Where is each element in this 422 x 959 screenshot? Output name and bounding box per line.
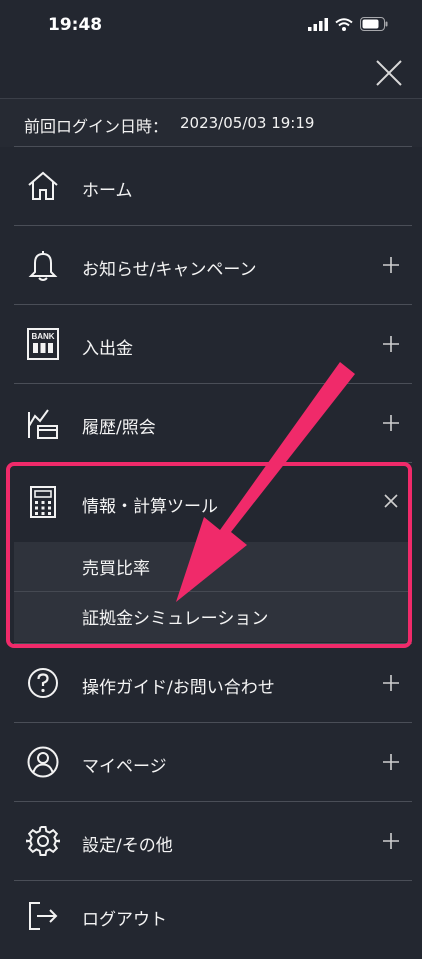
plus-icon[interactable] <box>382 414 400 432</box>
close-icon[interactable] <box>374 58 404 88</box>
last-login-label: 前回ログイン日時： <box>24 117 169 136</box>
status-time: 19:48 <box>48 15 103 35</box>
menu-label-home: ホーム <box>82 181 133 201</box>
menu-label-history: 履歴/照会 <box>82 418 156 438</box>
plus-icon[interactable] <box>382 753 400 771</box>
menu-item-news[interactable]: お知らせ/キャンペーン <box>0 226 422 304</box>
menu-label-logout: ログアウト <box>82 910 167 930</box>
menu-label-settings: 設定/その他 <box>82 836 173 856</box>
home-icon <box>28 171 58 200</box>
menu-header <box>0 48 422 98</box>
menu-item-settings[interactable]: 設定/その他 <box>0 802 422 880</box>
plus-icon[interactable] <box>382 674 400 692</box>
bank-icon-text: BANK <box>31 332 54 341</box>
question-icon <box>28 668 58 698</box>
history-icon <box>28 409 58 439</box>
bell-icon <box>28 251 58 281</box>
signal-icon <box>308 17 328 31</box>
menu-item-guide[interactable]: 操作ガイド/お問い合わせ <box>0 644 422 722</box>
menu-label-deposit: 入出金 <box>82 339 133 359</box>
battery-icon <box>360 17 388 31</box>
menu-label-news: お知らせ/キャンペーン <box>82 260 257 280</box>
menu-label-mypage: マイページ <box>82 757 167 777</box>
status-icons <box>308 14 388 34</box>
menu-item-deposit[interactable]: BANK 入出金 <box>0 305 422 383</box>
last-login-row: 前回ログイン日時： 2023/05/03 19:19 <box>0 98 422 147</box>
status-bar: 19:48 <box>0 0 422 48</box>
user-icon <box>27 746 59 778</box>
highlight-box <box>6 462 412 648</box>
menu-item-history[interactable]: 履歴/照会 <box>0 384 422 462</box>
plus-icon[interactable] <box>382 832 400 850</box>
gear-icon <box>26 826 60 856</box>
wifi-icon <box>335 17 353 31</box>
plus-icon[interactable] <box>382 335 400 353</box>
last-login-value: 2023/05/03 19:19 <box>180 114 315 132</box>
menu-item-home[interactable]: ホーム <box>0 147 422 225</box>
menu-label-guide: 操作ガイド/お問い合わせ <box>82 678 275 698</box>
bank-icon: BANK <box>27 328 59 360</box>
menu-item-logout[interactable]: ログアウト <box>0 881 422 959</box>
menu-item-mypage[interactable]: マイページ <box>0 723 422 801</box>
logout-icon <box>29 902 58 930</box>
plus-icon[interactable] <box>382 256 400 274</box>
